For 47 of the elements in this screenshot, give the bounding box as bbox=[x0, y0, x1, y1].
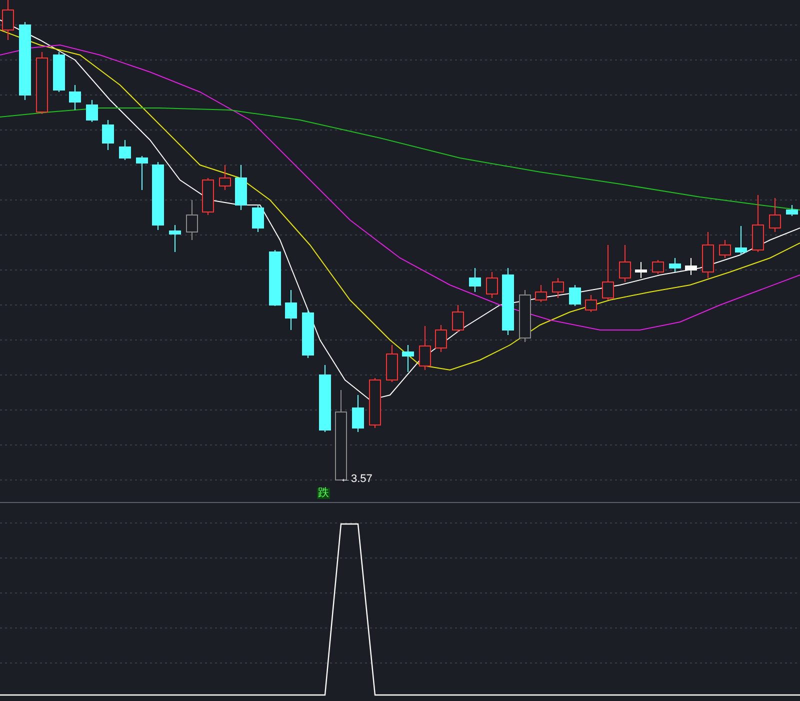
candlestick bbox=[719, 240, 731, 258]
candlestick bbox=[535, 284, 547, 302]
candlestick bbox=[36, 52, 48, 114]
candlestick bbox=[435, 324, 447, 352]
candlestick bbox=[735, 226, 747, 256]
candlestick bbox=[569, 284, 581, 306]
candlestick bbox=[386, 344, 398, 382]
candlestick bbox=[486, 272, 498, 298]
candlestick bbox=[219, 164, 231, 190]
candlestick bbox=[619, 244, 631, 282]
candlestick bbox=[169, 224, 181, 252]
candlestick bbox=[302, 310, 314, 358]
candlestick bbox=[402, 344, 414, 372]
candlestick bbox=[202, 178, 214, 216]
candlestick bbox=[235, 164, 247, 210]
candlestick bbox=[152, 162, 164, 230]
candlestick bbox=[552, 278, 564, 298]
candlestick bbox=[369, 378, 381, 428]
candlestick bbox=[585, 294, 597, 312]
candlestick bbox=[519, 290, 531, 342]
candlestick bbox=[319, 364, 331, 432]
candlestick bbox=[635, 262, 647, 278]
signal-label: 跌 bbox=[317, 488, 330, 499]
candlestick bbox=[53, 52, 65, 92]
candlestick bbox=[119, 140, 131, 160]
candlestick bbox=[285, 290, 297, 330]
candlestick bbox=[769, 198, 781, 232]
candlestick bbox=[186, 200, 198, 240]
candlestick bbox=[669, 258, 681, 272]
candlestick bbox=[269, 250, 281, 306]
candlestick bbox=[102, 120, 114, 150]
candlestick bbox=[419, 326, 431, 370]
candlestick bbox=[752, 194, 764, 252]
candlestick bbox=[652, 260, 664, 274]
candlestick bbox=[69, 84, 81, 110]
candlestick bbox=[352, 394, 364, 432]
candlestick bbox=[469, 268, 481, 292]
candlestick bbox=[136, 156, 148, 190]
candlestick bbox=[452, 304, 464, 332]
candlestick bbox=[702, 232, 714, 278]
candlestick bbox=[685, 258, 697, 276]
candlestick bbox=[602, 244, 614, 300]
candlestick bbox=[786, 204, 798, 216]
low-price-label: ←3.57 bbox=[340, 474, 372, 485]
candlestick bbox=[86, 100, 98, 122]
candlestick bbox=[502, 268, 514, 336]
candlestick bbox=[252, 204, 264, 232]
